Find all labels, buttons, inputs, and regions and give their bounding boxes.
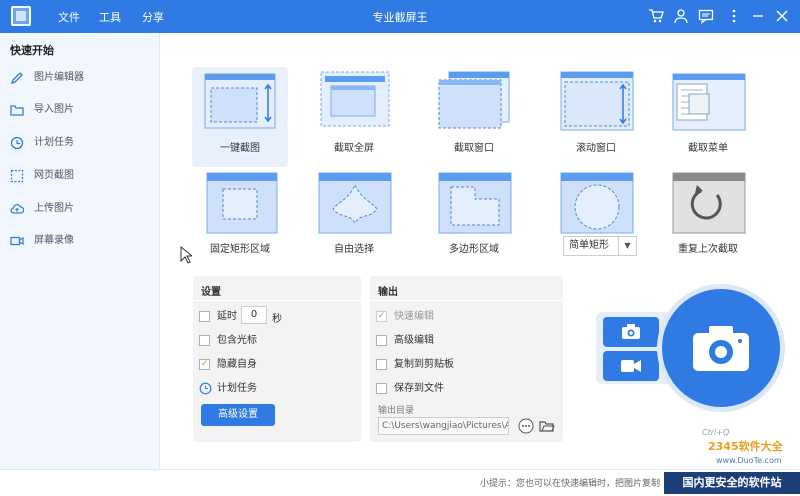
watermark-brand: 2345软件大全 — [708, 440, 783, 453]
mode-label: 固定矩形区域 — [210, 244, 270, 255]
mode-one-click-capture[interactable]: 一键截图 — [192, 67, 288, 167]
sidebar-item-label: 上传图片 — [34, 203, 74, 214]
fullscreen-capture-icon — [320, 71, 390, 127]
mode-window[interactable]: 截取窗口 — [426, 67, 522, 167]
delay-checkbox[interactable] — [199, 311, 210, 322]
output-heading: 输出 — [378, 287, 398, 298]
open-folder-icon[interactable] — [539, 418, 555, 434]
mode-menu[interactable]: 截取菜单 — [660, 67, 756, 167]
mouse-cursor-icon — [180, 246, 192, 264]
pencil-icon — [10, 72, 23, 85]
ellipse-capture-icon — [560, 172, 634, 234]
sidebar-item-label: 屏幕录像 — [34, 235, 74, 246]
sidebar-item-label: 图片编辑器 — [34, 72, 84, 83]
mode-label: 滚动窗口 — [576, 143, 616, 154]
quick-edit-label: 快速编辑 — [394, 311, 434, 322]
watermark-hotkey: Ctrl+Q — [702, 428, 730, 437]
schedule-label: 计划任务 — [217, 383, 257, 394]
output-dir-field[interactable]: C:\Users\wangjiao\Pictures\A — [378, 417, 509, 435]
quick-photo-button[interactable] — [603, 317, 659, 347]
include-cursor-label: 包含光标 — [217, 335, 257, 346]
cart-icon[interactable] — [648, 8, 664, 24]
shape-select-value: 简单矩形 — [569, 240, 609, 251]
sidebar-item-label: 导入图片 — [34, 104, 74, 115]
watermark-site: www.DuoTe.com — [716, 456, 782, 465]
status-tip: 小提示：您也可以在快速编辑时，把图片复制 — [480, 479, 661, 489]
delay-input[interactable]: 0 — [241, 306, 267, 324]
window-capture-icon — [438, 71, 510, 129]
advanced-settings-button[interactable]: 高级设置 — [201, 404, 275, 426]
video-camera-icon — [621, 360, 641, 372]
freehand-icon — [318, 172, 392, 234]
webpage-icon — [10, 169, 24, 183]
mode-label: 截取菜单 — [688, 143, 728, 154]
mode-polygon[interactable]: 多边形区域 — [426, 168, 522, 268]
title-bar: 文件 工具 分享 专业截屏王 — [0, 0, 800, 33]
camera-icon — [622, 324, 640, 339]
big-capture-button[interactable] — [657, 284, 785, 412]
mode-label: 截取窗口 — [454, 143, 494, 154]
message-icon[interactable] — [698, 8, 714, 25]
sidebar-item-label: 网页截图 — [34, 170, 74, 181]
cloud-upload-icon — [10, 204, 24, 214]
shape-select[interactable]: 简单矩形 ▼ — [563, 236, 637, 256]
chevron-down-icon: ▼ — [618, 237, 636, 255]
repeat-icon — [672, 172, 746, 234]
copy-clipboard-checkbox[interactable] — [376, 359, 387, 370]
user-icon[interactable] — [673, 8, 689, 24]
delay-unit: 秒 — [272, 314, 282, 325]
advanced-edit-label: 高级编辑 — [394, 335, 434, 346]
delay-label: 延时 — [217, 311, 237, 322]
hide-self-label: 隐藏自身 — [217, 359, 257, 370]
sidebar-heading: 快速开始 — [10, 44, 54, 57]
mode-repeat[interactable]: 重复上次截取 — [660, 168, 756, 268]
include-cursor-checkbox[interactable] — [199, 335, 210, 346]
video-icon — [10, 236, 24, 246]
mode-label: 多边形区域 — [449, 244, 499, 255]
output-dir-label: 输出目录 — [378, 406, 415, 416]
minimize-icon[interactable] — [750, 8, 766, 24]
mode-label: 重复上次截取 — [678, 244, 738, 255]
fixed-rect-icon — [206, 172, 278, 234]
watermark-slogan: 国内更安全的软件站 — [664, 472, 800, 494]
quick-edit-checkbox[interactable]: ✓ — [376, 311, 387, 322]
scroll-window-icon — [560, 71, 634, 131]
quick-video-button[interactable] — [603, 351, 659, 381]
more-menu-icon[interactable] — [726, 8, 742, 24]
save-file-label: 保存到文件 — [394, 383, 444, 394]
clock-icon — [199, 382, 212, 395]
mode-freehand[interactable]: 自由选择 — [306, 168, 402, 268]
more-options-icon[interactable] — [518, 418, 534, 434]
copy-clipboard-label: 复制到剪贴板 — [394, 359, 454, 370]
close-icon[interactable] — [774, 8, 790, 24]
folder-icon — [10, 105, 24, 116]
advanced-edit-checkbox[interactable] — [376, 335, 387, 346]
mode-label: 自由选择 — [334, 244, 374, 255]
watermark-logo: Ctrl+Q 2345软件大全 www.DuoTe.com — [672, 428, 800, 472]
clock-icon — [10, 136, 24, 150]
menu-capture-icon — [672, 73, 746, 131]
mode-label: 截取全屏 — [334, 143, 374, 154]
mode-fixed-rect[interactable]: 固定矩形区域 — [192, 168, 288, 268]
settings-heading: 设置 — [201, 287, 221, 298]
hide-self-checkbox[interactable]: ✓ — [199, 359, 210, 370]
mode-fullscreen[interactable]: 截取全屏 — [306, 67, 402, 167]
camera-icon — [693, 326, 749, 371]
polygon-icon — [438, 172, 512, 234]
sidebar-item-label: 计划任务 — [34, 137, 74, 148]
mode-label: 一键截图 — [220, 143, 260, 154]
one-click-capture-icon — [204, 73, 276, 129]
sidebar: 快速开始 图片编辑器 导入图片 计划任务 网页截图 上传图片 屏幕录像 — [0, 33, 160, 469]
save-file-checkbox[interactable] — [376, 383, 387, 394]
mode-scroll-window[interactable]: 滚动窗口 — [548, 67, 644, 167]
